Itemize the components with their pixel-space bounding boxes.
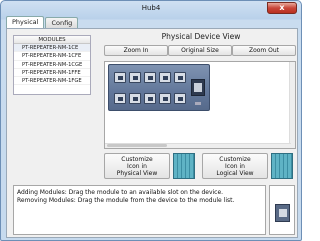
customize-logical-icon-button[interactable]: Customize Icon in Logical View [202,153,268,179]
logical-icon-preview [271,153,293,179]
info-line-removing: Removing Modules: Drag the module from t… [17,197,235,204]
ethernet-port-icon [174,72,186,83]
zoom-out-button[interactable]: Zoom Out [232,45,296,56]
hub4-window: Hub4 x Physical Config MODULES PT-REPEAT… [0,0,302,241]
modules-header: MODULES [14,36,90,44]
module-item[interactable]: PT-REPEATER-NM-1FFE [14,69,90,78]
ethernet-port-icon [129,72,141,83]
ethernet-port-icon [144,93,156,104]
horizontal-scrollbar[interactable] [105,143,291,148]
tab-config[interactable]: Config [45,17,79,28]
physical-device-view-title: Physical Device View [161,32,241,41]
tab-bar: Physical Config [6,16,79,28]
ethernet-port-icon [159,93,171,104]
close-button[interactable]: x [267,2,297,14]
module-slot[interactable] [191,79,205,96]
original-size-button[interactable]: Original Size [168,45,232,56]
info-line-adding: Adding Modules: Drag the module to an av… [17,189,224,196]
power-led-icon [195,102,201,105]
info-text-area: Adding Modules: Drag the module to an av… [13,185,266,235]
vertical-scrollbar[interactable] [289,62,295,148]
zoom-in-button[interactable]: Zoom In [104,45,168,56]
module-item[interactable]: PT-REPEATER-NM-1CGE [14,61,90,69]
module-item[interactable]: PT-REPEATER-NM-1CE [14,44,90,53]
module-preview [269,185,295,235]
tab-physical[interactable]: Physical [6,16,45,28]
physical-panel: MODULES PT-REPEATER-NM-1CE PT-REPEATER-N… [6,28,298,238]
ethernet-port-icon [174,93,186,104]
modules-list: MODULES PT-REPEATER-NM-1CE PT-REPEATER-N… [13,35,91,95]
window-title: Hub4 [141,4,161,12]
hub-device-image[interactable] [108,64,210,111]
ethernet-port-icon [129,93,141,104]
ethernet-port-icon [114,93,126,104]
customize-physical-icon-button[interactable]: Customize Icon in Physical View [104,153,170,179]
module-image-icon [275,204,290,222]
scrollbar-thumb[interactable] [107,144,167,147]
close-icon: x [279,3,285,12]
module-item[interactable]: PT-REPEATER-NM-1CFE [14,52,90,61]
ethernet-port-icon [159,72,171,83]
device-view-area[interactable] [104,61,296,149]
ethernet-port-icon [114,72,126,83]
module-item[interactable]: PT-REPEATER-NM-1FGE [14,77,90,86]
physical-icon-preview [173,153,195,179]
ethernet-port-icon [144,72,156,83]
